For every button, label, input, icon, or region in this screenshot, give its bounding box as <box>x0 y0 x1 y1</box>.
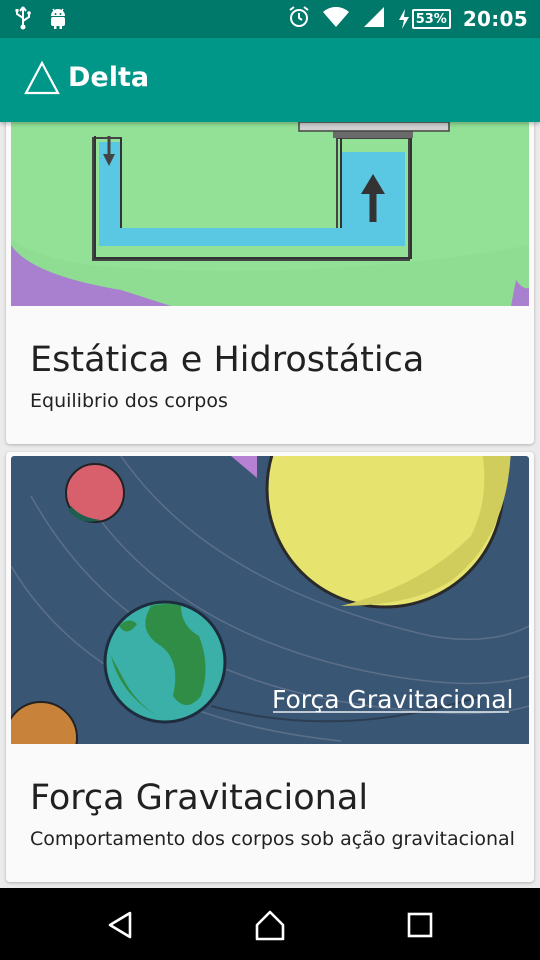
clock: 20:05 <box>462 7 528 31</box>
card-title: Força Gravitacional <box>30 778 369 818</box>
card-title: Estática e Hidrostática <box>30 340 425 380</box>
topic-card-hydrostatics[interactable]: Estática e Hidrostática Equilibrio dos c… <box>6 90 534 444</box>
usb-icon <box>14 6 32 34</box>
wifi-icon <box>322 6 350 32</box>
recents-icon <box>407 912 433 938</box>
battery-level: 53% <box>411 9 451 29</box>
card-image-gravitation: Força Gravitacional <box>11 456 529 744</box>
back-icon <box>108 911 132 939</box>
home-button[interactable] <box>250 908 290 942</box>
recents-button[interactable] <box>400 908 440 942</box>
alarm-icon <box>288 5 310 33</box>
image-caption: Força Gravitacional <box>272 685 513 714</box>
delta-logo-icon <box>24 60 60 100</box>
navigation-bar <box>0 888 540 960</box>
signal-icon <box>362 6 386 32</box>
back-button[interactable] <box>100 908 140 942</box>
card-image-hydrostatics <box>11 90 529 306</box>
topic-card-gravitation[interactable]: Força Gravitacional Força Gravitacional … <box>6 452 534 882</box>
card-subtitle: Comportamento dos corpos sob ação gravit… <box>30 828 515 850</box>
status-bar: 53% 20:05 <box>0 0 540 38</box>
home-icon <box>255 910 285 941</box>
app-title: Delta <box>68 62 150 93</box>
card-subtitle: Equilibrio dos corpos <box>30 390 228 412</box>
battery-indicator: 53% <box>398 9 451 29</box>
android-icon <box>48 6 68 34</box>
app-bar: Delta <box>0 38 540 122</box>
charging-icon <box>398 9 409 29</box>
